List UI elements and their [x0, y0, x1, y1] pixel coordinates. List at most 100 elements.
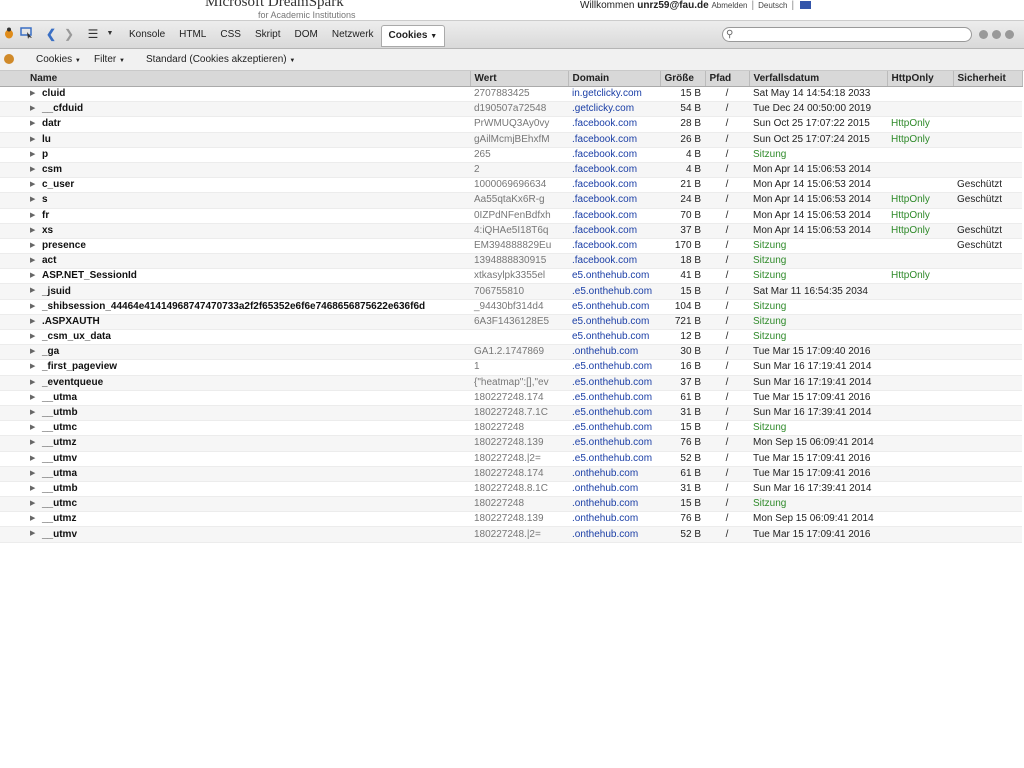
inspect-icon[interactable] — [20, 26, 34, 42]
cookie-path: / — [705, 268, 749, 285]
col-header-groesse[interactable]: Größe — [660, 71, 706, 87]
table-row[interactable]: ▶ fr 0IZPdNFenBdfxh .facebook.com 70 B / Mon A… — [0, 208, 1022, 224]
table-row[interactable]: ▶ _csm_ux_data e5.onthehub.com 12 B / Sitzung — [0, 329, 1022, 346]
expand-triangle-icon[interactable]: ▶ — [30, 193, 35, 207]
expand-triangle-icon[interactable]: ▶ — [30, 163, 35, 177]
table-row[interactable]: ▶ __utmv 180227248.|2= .e5.onthehub.com 52 B… — [0, 451, 1022, 467]
table-row[interactable]: ▶ csm 2 .facebook.com 4 B / Mon Apr 14 15:06:5… — [0, 162, 1022, 179]
close-icon[interactable] — [1005, 30, 1014, 39]
cookies-subtoolbar: Cookies ▼ Filter ▼ Standard (Cookies akz… — [0, 49, 1024, 71]
table-row[interactable]: ▶ __utma 180227248.174 .e5.onthehub.com 61 B… — [0, 390, 1022, 406]
table-row[interactable]: ▶ __utmv 180227248.|2= .onthehub.com 52 B / Tu… — [0, 526, 1022, 543]
expand-triangle-icon[interactable]: ▶ — [30, 117, 35, 131]
table-row[interactable]: ▶ __utmc 180227248 .onthehub.com 15 B / Sitzun… — [0, 496, 1022, 513]
table-row[interactable]: ▶ presence EM394888829Eu .facebook.com 170 B… — [0, 238, 1022, 255]
cookie-httponly — [887, 526, 953, 543]
expand-triangle-icon[interactable]: ▶ — [30, 102, 35, 116]
language-link[interactable]: Deutsch — [758, 1, 787, 10]
tab-cookies-label: Cookies — [388, 30, 428, 41]
expand-triangle-icon[interactable]: ▶ — [30, 148, 35, 162]
expand-triangle-icon[interactable]: ▶ — [30, 482, 35, 496]
col-header-wert[interactable]: Wert — [470, 71, 569, 87]
menu-icon[interactable]: ☰ — [86, 26, 100, 42]
expand-triangle-icon[interactable]: ▶ — [30, 300, 35, 314]
table-row[interactable]: ▶ __utmb 180227248.7.1C .e5.onthehub.com 31 … — [0, 405, 1022, 422]
cookie-value: 180227248.174 — [470, 466, 568, 482]
expand-triangle-icon[interactable]: ▶ — [30, 254, 35, 268]
logout-link[interactable]: Abmelden — [711, 1, 747, 10]
table-row[interactable]: ▶ __utmz 180227248.139 .e5.onthehub.com 76 B… — [0, 435, 1022, 452]
col-header-pfad[interactable]: Pfad — [705, 71, 750, 87]
expand-triangle-icon[interactable]: ▶ — [30, 360, 35, 374]
col-header-name[interactable]: Name — [0, 71, 471, 87]
expand-triangle-icon[interactable]: ▶ — [30, 239, 35, 253]
minimize-icon[interactable] — [979, 30, 988, 39]
expand-triangle-icon[interactable]: ▶ — [30, 467, 35, 481]
expand-triangle-icon[interactable]: ▶ — [30, 345, 35, 359]
firebug-bug-icon[interactable] — [2, 26, 16, 42]
detach-icon[interactable] — [992, 30, 1001, 39]
tab-cookies[interactable]: Cookies ▼ — [380, 25, 446, 47]
cookie-name-label: fr — [42, 209, 50, 221]
cookies-menu[interactable]: Cookies ▼ — [36, 54, 81, 65]
expand-triangle-icon[interactable]: ▶ — [30, 330, 35, 344]
expand-triangle-icon[interactable]: ▶ — [30, 284, 35, 298]
table-row[interactable]: ▶ __cfduid d190507a72548 .getclicky.com 54 B… — [0, 101, 1022, 118]
cookie-expires: Sitzung — [749, 496, 887, 513]
table-row[interactable]: ▶ c_user 1000069696634 .facebook.com 21 B / Mo… — [0, 177, 1022, 194]
expand-triangle-icon[interactable]: ▶ — [30, 406, 35, 420]
table-row[interactable]: ▶ _shibsession_44464e41414968747470733a2f… — [0, 299, 1022, 315]
expand-triangle-icon[interactable]: ▶ — [30, 391, 35, 405]
table-row[interactable]: ▶ p 265 .facebook.com 4 B / Sitzung — [0, 147, 1022, 163]
col-header-httponly[interactable]: HttpOnly — [887, 71, 954, 87]
col-header-domain[interactable]: Domain — [568, 71, 661, 87]
filter-menu[interactable]: Filter ▼ — [94, 54, 125, 65]
table-row[interactable]: ▶ lu gAilMcmjBEhxfM .facebook.com 26 B / Sun O… — [0, 132, 1022, 148]
expand-triangle-icon[interactable]: ▶ — [30, 133, 35, 147]
flag-icon[interactable] — [800, 1, 812, 10]
back-arrow-icon[interactable]: ❮ — [46, 26, 56, 42]
table-row[interactable]: ▶ __utmc 180227248 .e5.onthehub.com 15 B / Sit… — [0, 420, 1022, 437]
expand-triangle-icon[interactable]: ▶ — [30, 436, 35, 450]
tab-css[interactable]: CSS — [213, 25, 248, 45]
col-header-verfallsdatum[interactable]: Verfallsdatum — [749, 71, 888, 87]
table-row[interactable]: ▶ xs 4:iQHAe5I18T6q .facebook.com 37 B / Mon A… — [0, 223, 1022, 239]
tab-konsole[interactable]: Konsole — [122, 25, 172, 45]
tab-skript[interactable]: Skript — [248, 25, 288, 45]
expand-triangle-icon[interactable]: ▶ — [30, 87, 35, 101]
table-row[interactable]: ▶ _ga GA1.2.1747869 .onthehub.com 30 B / Tue M… — [0, 344, 1022, 361]
table-row[interactable]: ▶ datr PrWMUQ3Ay0vy .facebook.com 28 B / Sun O… — [0, 116, 1022, 133]
table-row[interactable]: ▶ s Aa55qtaKx6R-g .facebook.com 24 B / Mon Apr… — [0, 192, 1022, 209]
table-row[interactable]: ▶ __utmb 180227248.8.1C .onthehub.com 31 B / S… — [0, 481, 1022, 498]
table-row[interactable]: ▶ cluid 2707883425 in.getclicky.com 15 B / Sat… — [0, 86, 1022, 103]
tab-dom[interactable]: DOM — [288, 25, 325, 45]
expand-triangle-icon[interactable]: ▶ — [30, 269, 35, 283]
table-row[interactable]: ▶ .ASPXAUTH 6A3F1436128E5 e5.onthehub.com 72… — [0, 314, 1022, 331]
table-row[interactable]: ▶ _first_pageview 1 .e5.onthehub.com 16 B / Su… — [0, 359, 1022, 376]
table-row[interactable]: ▶ __utmz 180227248.139 .onthehub.com 76 B / Mo… — [0, 511, 1022, 528]
table-row[interactable]: ▶ _eventqueue {"heatmap":[],"ev .e5.onthehu… — [0, 375, 1022, 391]
table-row[interactable]: ▶ act 1394888830915 .facebook.com 18 B / Sitzu… — [0, 253, 1022, 270]
col-header-sicherheit[interactable]: Sicherheit — [953, 71, 1023, 87]
tab-netzwerk[interactable]: Netzwerk — [325, 25, 381, 45]
table-row[interactable]: ▶ __utma 180227248.174 .onthehub.com 61 B / Tu… — [0, 466, 1022, 482]
cookie-httponly — [887, 420, 953, 437]
expand-triangle-icon[interactable]: ▶ — [30, 512, 35, 526]
expand-triangle-icon[interactable]: ▶ — [30, 376, 35, 390]
expand-triangle-icon[interactable]: ▶ — [30, 315, 35, 329]
menu-dropdown-icon[interactable]: ▼ — [106, 26, 114, 42]
expand-triangle-icon[interactable]: ▶ — [30, 421, 35, 435]
tab-html[interactable]: HTML — [172, 25, 213, 45]
search-input[interactable] — [737, 28, 965, 41]
expand-triangle-icon[interactable]: ▶ — [30, 527, 35, 541]
standard-menu[interactable]: Standard (Cookies akzeptieren) ▼ — [146, 54, 295, 65]
expand-triangle-icon[interactable]: ▶ — [30, 178, 35, 192]
expand-triangle-icon[interactable]: ▶ — [30, 224, 35, 238]
expand-triangle-icon[interactable]: ▶ — [30, 497, 35, 511]
expand-triangle-icon[interactable]: ▶ — [30, 209, 35, 223]
table-row[interactable]: ▶ ASP.NET_SessionId xtkasylpk3355el e5.onth… — [0, 268, 1022, 285]
table-row[interactable]: ▶ _jsuid 706755810 .e5.onthehub.com 15 B / Sat… — [0, 283, 1022, 300]
expand-triangle-icon[interactable]: ▶ — [30, 452, 35, 466]
forward-arrow-icon[interactable]: ❯ — [64, 26, 74, 42]
cookie-httponly — [887, 496, 953, 513]
